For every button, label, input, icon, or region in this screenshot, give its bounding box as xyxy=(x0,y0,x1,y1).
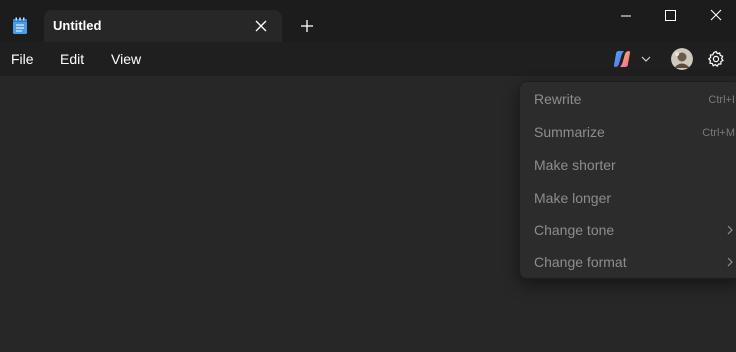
chevron-right-icon xyxy=(727,257,733,267)
menu-item-change-format[interactable]: Change format xyxy=(520,247,736,277)
copilot-button[interactable] xyxy=(612,49,656,69)
copilot-icon xyxy=(614,51,630,67)
avatar[interactable] xyxy=(671,48,693,70)
chevron-right-icon xyxy=(727,225,733,235)
menu-bar: File Edit View xyxy=(0,42,736,76)
menu-item-label: Make shorter xyxy=(534,157,616,173)
menu-item-change-tone[interactable]: Change tone xyxy=(520,215,736,245)
tab-untitled[interactable]: Untitled xyxy=(44,10,282,42)
notepad-icon xyxy=(13,17,27,34)
menu-item-make-shorter[interactable]: Make shorter xyxy=(520,150,736,180)
menu-item-label: Rewrite xyxy=(534,91,582,107)
menu-file[interactable]: File xyxy=(11,51,34,67)
menu-item-rewrite[interactable]: Rewrite Ctrl+I xyxy=(520,84,736,114)
menu-item-label: Change tone xyxy=(534,222,615,238)
avatar-image xyxy=(671,48,693,70)
window-close-icon[interactable] xyxy=(696,4,736,28)
minimize-icon[interactable] xyxy=(606,4,646,28)
maximize-icon[interactable] xyxy=(650,4,690,28)
menu-item-label: Make longer xyxy=(534,190,612,206)
menu-edit[interactable]: Edit xyxy=(60,51,84,67)
menu-item-summarize[interactable]: Summarize Ctrl+M xyxy=(520,117,736,147)
ai-rewrite-dropdown-menu: Rewrite Ctrl+I Summarize Ctrl+M Make sho… xyxy=(519,81,736,279)
menu-item-make-longer[interactable]: Make longer xyxy=(520,183,736,213)
menu-item-shortcut: Ctrl+M xyxy=(702,127,735,139)
gear-icon[interactable] xyxy=(706,49,726,69)
menu-item-label: Change format xyxy=(534,254,627,270)
menu-item-label: Summarize xyxy=(534,124,605,140)
tab-close-icon[interactable] xyxy=(251,17,271,35)
title-bar: Untitled xyxy=(0,0,736,42)
menu-item-shortcut: Ctrl+I xyxy=(708,94,735,106)
chevron-down-icon xyxy=(641,56,651,62)
notepad-window: Untitled File Edit View Rewrite Ctrl+I S… xyxy=(0,0,736,352)
new-tab-plus-icon[interactable] xyxy=(298,17,316,35)
menu-view[interactable]: View xyxy=(111,51,141,67)
tab-title: Untitled xyxy=(53,18,102,33)
